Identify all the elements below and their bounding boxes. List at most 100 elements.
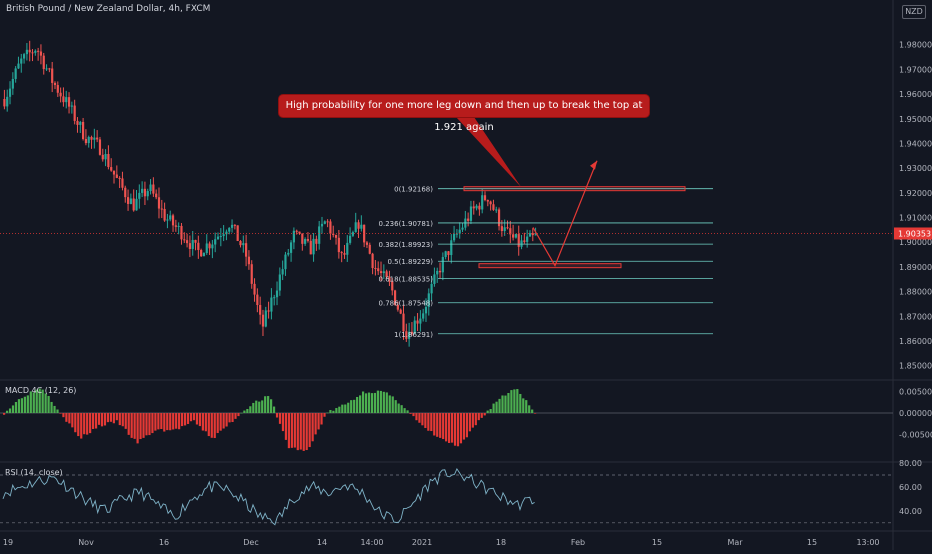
macd-histogram-bar (370, 393, 374, 414)
candle-body (219, 236, 222, 238)
macd-histogram-bar (44, 393, 47, 414)
candle-body (467, 218, 470, 221)
macd-histogram-bar (442, 413, 445, 440)
macd-histogram-bar (465, 413, 468, 438)
candle-body (526, 236, 529, 242)
candle-body (169, 215, 172, 220)
macd-histogram-bar (293, 413, 296, 448)
current-price-label: 1.90353 (898, 229, 931, 238)
macd-histogram-bar (157, 413, 160, 430)
candle-body (267, 310, 270, 312)
macd-histogram-bar (427, 413, 430, 431)
candle-body (25, 49, 28, 55)
macd-histogram-bar (169, 413, 172, 431)
macd-histogram-bar (489, 409, 492, 414)
candle-body (211, 244, 214, 249)
macd-histogram-bar (94, 413, 98, 429)
candle-body (138, 192, 141, 199)
macd-histogram-bar (400, 405, 403, 414)
chart-stage[interactable]: 1.98000 1.97000 1.96000 1.95000 1.94000 1.930… (0, 0, 932, 550)
candle-body (309, 240, 312, 255)
macd-histogram-bar (430, 413, 433, 432)
macd-histogram-bar (83, 413, 86, 435)
candle-body (73, 105, 76, 121)
macd-histogram-bar (86, 413, 89, 435)
macd-histogram-bar (204, 413, 207, 432)
macd-histogram-bar (50, 401, 53, 414)
candle-body (514, 234, 518, 238)
candle-body (245, 243, 248, 257)
macd-histogram-bar (350, 400, 353, 414)
macd-histogram-bar (133, 413, 136, 439)
candle-body (250, 264, 253, 284)
macd-histogram-bar (278, 413, 282, 424)
candle-body (180, 225, 183, 240)
candle-body (323, 221, 326, 224)
rsi-label[interactable]: RSI (14, close) (5, 468, 63, 477)
candle-body (197, 242, 200, 250)
macd-histogram-bar (287, 413, 290, 449)
fib-level-label: 0.618(1.88535) (379, 275, 434, 283)
macd-tick-label: 0.00000 (899, 409, 932, 418)
candle-body (90, 137, 93, 140)
candle-body (222, 234, 225, 237)
candle-body (461, 227, 464, 230)
candle-body (247, 256, 251, 265)
candle-body (506, 227, 509, 229)
macd-histogram-bar (394, 400, 397, 414)
candle-body (289, 242, 293, 253)
macd-histogram-bar (5, 410, 9, 414)
candle-body (8, 88, 12, 97)
macd-histogram-bar (510, 390, 513, 414)
macd-histogram-bar (284, 413, 288, 440)
candle-body (70, 105, 73, 107)
candle-body (96, 137, 99, 140)
candle-body (253, 283, 256, 295)
candle-body (42, 55, 45, 70)
candle-body (20, 58, 23, 64)
macd-label[interactable]: MACD 4C (12, 26) (5, 386, 76, 395)
macd-histogram-bar (163, 413, 166, 432)
candle-body (517, 234, 520, 247)
candle-body (284, 254, 287, 270)
macd-histogram-bar (109, 413, 112, 422)
macd-histogram-bar (237, 413, 240, 417)
macd-histogram-bar (522, 398, 525, 414)
macd-histogram-bar (56, 409, 59, 414)
macd-histogram-bar (145, 413, 148, 436)
candle-body (329, 221, 332, 234)
macd-histogram-bar (459, 413, 463, 444)
candle-body (185, 240, 189, 244)
candle-body (56, 85, 59, 93)
candle-body (489, 201, 492, 205)
candle-body (315, 238, 318, 244)
fib-level-label: 1(1.86291) (394, 331, 433, 339)
macd-histogram-bar (335, 408, 338, 414)
macd-histogram-bar (367, 392, 371, 414)
candle-body (306, 239, 310, 241)
macd-histogram-bar (210, 413, 213, 438)
candle-body (34, 50, 37, 53)
macd-histogram-bar (412, 413, 415, 417)
macd-histogram-bar (71, 413, 74, 428)
macd-histogram-bar (166, 413, 169, 431)
currency-badge[interactable]: NZD (902, 5, 926, 19)
candle-body (202, 252, 206, 257)
candle-body (45, 68, 48, 70)
macd-histogram-bar (471, 413, 474, 428)
chart-svg[interactable]: 1.98000 1.97000 1.96000 1.95000 1.94000 1.930… (0, 0, 932, 550)
annotation-callout[interactable]: High probability for one more leg down a… (279, 95, 649, 133)
macd-histogram-bar (486, 410, 489, 414)
macd-histogram-bar (433, 413, 436, 436)
x-tick-label: 14 (317, 538, 327, 547)
macd-histogram-bar (181, 413, 184, 427)
candle-body (149, 184, 152, 192)
candle-body (132, 198, 135, 211)
macd-histogram-bar (172, 413, 175, 430)
candle-body (444, 251, 447, 258)
macd-histogram-bar (219, 413, 222, 431)
macd-histogram-bar (388, 395, 391, 414)
candle-body (259, 305, 262, 315)
macd-histogram-bar (480, 413, 483, 418)
candle-body (304, 239, 307, 244)
